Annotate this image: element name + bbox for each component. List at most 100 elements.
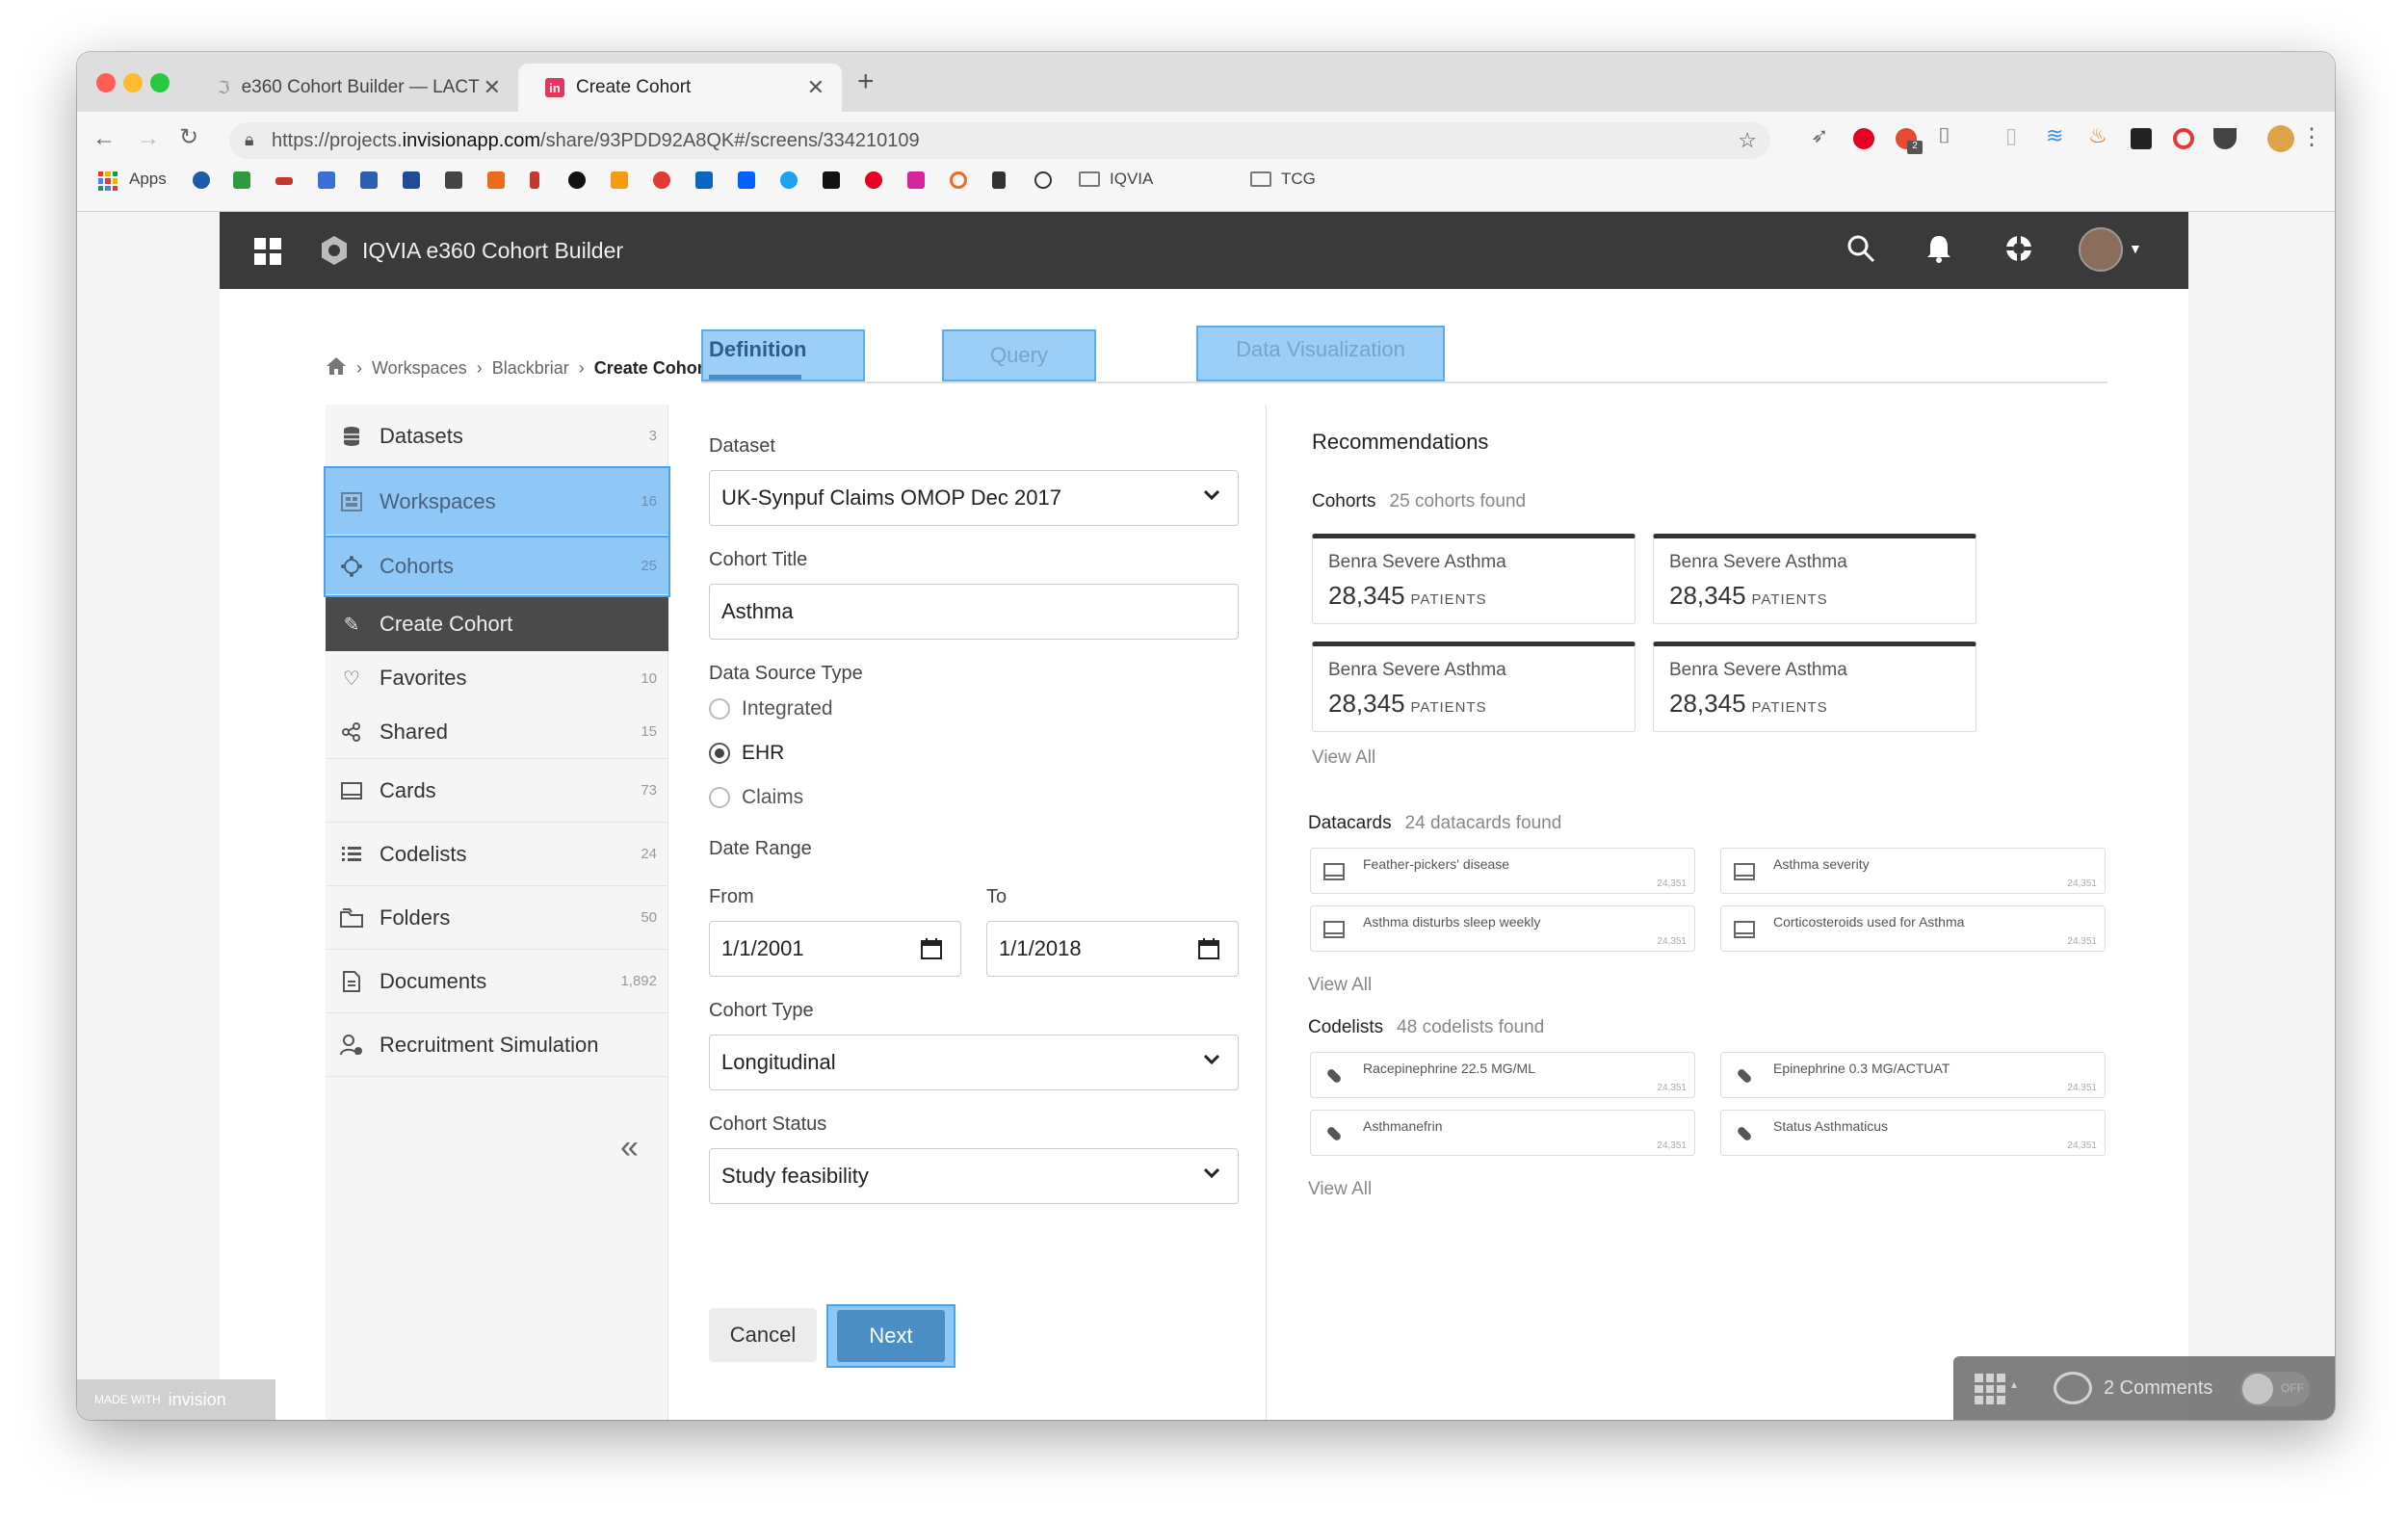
sidebar-item-cohorts[interactable]: Cohorts 25 [324, 536, 670, 597]
maximize-window-button[interactable] [150, 73, 170, 92]
bookmark-icon[interactable] [530, 171, 539, 189]
pinterest-extension-icon[interactable] [1853, 128, 1874, 149]
bookmark-star-icon[interactable]: ☆ [1738, 128, 1757, 153]
bookmark-icon[interactable] [193, 171, 210, 189]
bookmark-icon[interactable] [1034, 171, 1052, 189]
bookmark-icon[interactable] [360, 171, 378, 189]
cohort-card[interactable]: Benra Severe Asthma 28,345 PATIENTS [1653, 534, 1976, 624]
radio-button[interactable] [709, 698, 730, 720]
radio-claims[interactable]: Claims [709, 786, 803, 809]
cohort-type-select[interactable]: Longitudinal [709, 1035, 1239, 1090]
codelists-view-all-link[interactable]: View All [1308, 1179, 1372, 1200]
home-icon[interactable] [326, 356, 347, 380]
fire-extension-icon[interactable]: ♨ [2088, 123, 2107, 148]
profile-avatar-icon[interactable] [2267, 125, 2294, 152]
bookmark-icon[interactable] [738, 171, 755, 189]
red-ring-extension-icon[interactable] [2173, 128, 2194, 149]
pocket-extension-icon[interactable] [2213, 128, 2237, 149]
cohorts-view-all-link[interactable]: View All [1312, 747, 1375, 769]
comment-bubble-icon[interactable] [2054, 1372, 2092, 1404]
collapse-sidebar-icon[interactable]: « [620, 1129, 639, 1166]
minimize-window-button[interactable] [123, 73, 143, 92]
reload-icon[interactable]: ↻ [179, 123, 198, 151]
forward-arrow-icon[interactable]: → [137, 125, 160, 152]
grid-caret-icon[interactable]: ▴ [2011, 1377, 2017, 1391]
camera-extension-icon[interactable]: ⌷ [1938, 123, 1950, 148]
sidebar-item-create-cohort[interactable]: ✎ Create Cohort [326, 597, 668, 651]
comments-count[interactable]: 2 Comments [2104, 1377, 2212, 1400]
sidebar-item-cards[interactable]: Cards 73 [326, 759, 668, 823]
notification-bell-icon[interactable] [1924, 233, 1953, 269]
cohort-title-input[interactable]: Asthma [709, 584, 1239, 640]
tab-definition[interactable]: Definition [701, 329, 865, 381]
bookmark-icon[interactable] [865, 171, 882, 189]
bookmark-icon[interactable] [275, 177, 293, 185]
close-tab-icon[interactable]: ✕ [807, 75, 824, 100]
close-window-button[interactable] [96, 73, 116, 92]
sidebar-item-folders[interactable]: Folders 50 [326, 886, 668, 950]
cohort-card[interactable]: Benra Severe Asthma 28,345 PATIENTS [1312, 534, 1636, 624]
back-arrow-icon[interactable]: ← [92, 125, 116, 152]
page-extension-icon[interactable]: ▯ [2005, 123, 2017, 148]
avatar-dropdown-caret-icon[interactable]: ▼ [2129, 241, 2142, 256]
screens-grid-icon[interactable] [1975, 1374, 2005, 1404]
address-bar[interactable]: 🔒︎ https://projects. invisionapp.com/shar… [229, 122, 1770, 159]
sidebar-item-datasets[interactable]: Datasets 3 [326, 405, 668, 468]
bookmark-icon[interactable] [568, 171, 586, 189]
datacard-item[interactable]: Feather-pickers' disease 24,351 [1310, 848, 1695, 894]
bookmark-apps[interactable]: Apps [129, 170, 167, 189]
codelist-item[interactable]: Status Asthmaticus 24,351 [1720, 1110, 2106, 1156]
made-with-invision-badge[interactable]: MADE WITH invision [77, 1379, 275, 1420]
bookmark-icon[interactable] [611, 171, 628, 189]
to-date-input[interactable]: 1/1/2018 [986, 921, 1239, 977]
browser-tab-lact[interactable]: ℑ e360 Cohort Builder — LACT ✕ [191, 64, 518, 112]
bookmark-icon[interactable] [487, 171, 505, 189]
cohort-card[interactable]: Benra Severe Asthma 28,345 PATIENTS [1312, 642, 1636, 732]
sidebar-item-codelists[interactable]: Codelists 24 [326, 823, 668, 886]
codelist-item[interactable]: Epinephrine 0.3 MG/ACTUAT 24,351 [1720, 1052, 2106, 1098]
radio-button[interactable] [709, 787, 730, 808]
breadcrumb-blackbriar[interactable]: Blackbriar [492, 358, 569, 379]
new-tab-icon[interactable]: + [857, 66, 875, 98]
calendar-icon[interactable] [920, 937, 943, 966]
radio-button-selected[interactable] [709, 743, 730, 764]
bookmark-icon[interactable] [950, 171, 967, 189]
bookmark-icon[interactable] [907, 171, 925, 189]
codelist-item[interactable]: Asthmanefrin 24,351 [1310, 1110, 1695, 1156]
bookmark-icon[interactable] [823, 171, 840, 189]
sidebar-item-shared[interactable]: Shared 15 [326, 705, 668, 759]
codelist-item[interactable]: Racepinephrine 22.5 MG/ML 24,351 [1310, 1052, 1695, 1098]
bookmark-folder-iqvia[interactable]: IQVIA [1110, 170, 1153, 189]
bookmark-icon[interactable] [780, 171, 798, 189]
bookmark-icon[interactable] [233, 171, 250, 189]
datacards-view-all-link[interactable]: View All [1308, 975, 1372, 996]
sidebar-item-workspaces[interactable]: Workspaces 16 [324, 466, 670, 537]
app-grid-icon[interactable] [254, 238, 281, 265]
datacard-item[interactable]: Asthma severity 24,351 [1720, 848, 2106, 894]
help-lifebuoy-icon[interactable] [2003, 233, 2034, 269]
rocket-extension-icon[interactable]: ➶ [1811, 123, 1828, 148]
cohort-card[interactable]: Benra Severe Asthma 28,345 PATIENTS [1653, 642, 1976, 732]
bookmark-icon[interactable] [318, 171, 335, 189]
search-icon[interactable] [1845, 233, 1876, 269]
layers-extension-icon[interactable]: ≋ [2046, 123, 2063, 148]
dataset-select[interactable]: UK-Synpuf Claims OMOP Dec 2017 [709, 470, 1239, 526]
datacard-item[interactable]: Corticosteroids used for Asthma 24,351 [1720, 905, 2106, 952]
comments-toggle[interactable]: OFF [2240, 1372, 2310, 1406]
more-menu-icon[interactable]: ⋮ [2300, 123, 2323, 151]
next-button[interactable]: Next [837, 1310, 945, 1362]
radio-integrated[interactable]: Integrated [709, 697, 833, 721]
calendar-icon[interactable] [1197, 937, 1220, 966]
dark-extension-icon[interactable] [2131, 128, 2152, 149]
user-avatar[interactable] [2079, 227, 2123, 272]
breadcrumb-workspaces[interactable]: Workspaces [372, 358, 467, 379]
cohort-status-select[interactable]: Study feasibility [709, 1148, 1239, 1204]
datacard-item[interactable]: Asthma disturbs sleep weekly 24,351 [1310, 905, 1695, 952]
bookmark-icon[interactable] [695, 171, 713, 189]
close-tab-icon[interactable]: ✕ [484, 75, 501, 100]
sidebar-item-recruitment-simulation[interactable]: Recruitment Simulation [326, 1013, 668, 1077]
bookmark-icon[interactable] [445, 171, 462, 189]
tab-query[interactable]: Query [942, 329, 1096, 381]
from-date-input[interactable]: 1/1/2001 [709, 921, 961, 977]
bookmark-icon[interactable] [403, 171, 420, 189]
